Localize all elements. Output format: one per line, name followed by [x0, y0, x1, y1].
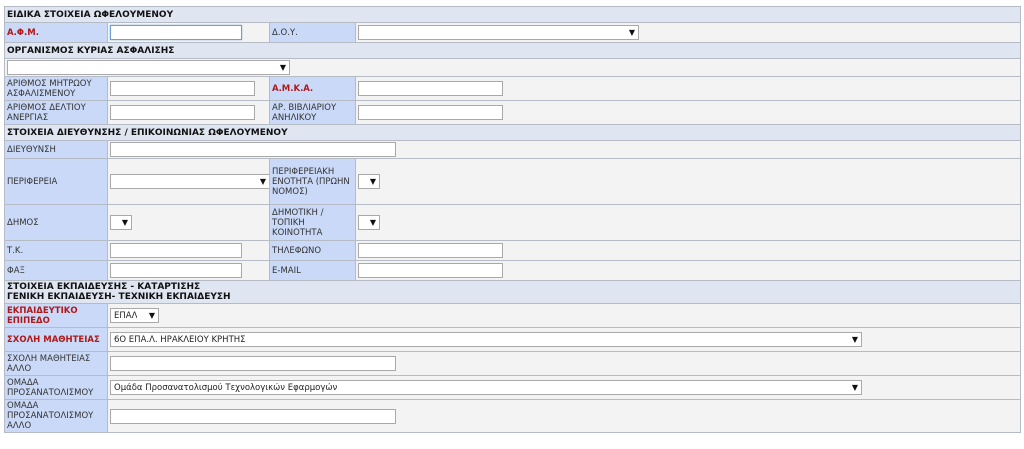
- fax-label: ΦΑΞ: [4, 260, 108, 281]
- regional-unit-label: ΠΕΡΙΦΕΡΕΙΑΚΗ ΕΝΟΤΗΤΑ (ΠΡΩΗΝ ΝΟΜΟΣ): [269, 158, 356, 205]
- doy-label: Δ.Ο.Υ.: [269, 22, 356, 43]
- section-header-beneficiary: ΕΙΔΙΚΑ ΣΤΟΙΧΕΙΑ ΩΦΕΛΟΥΜΕΝΟΥ: [3, 6, 1022, 23]
- section-subtitle-education: ΓΕΝΙΚΗ ΕΚΠΑΙΔΕΥΣΗ- ΤΕΧΝΙΚΗ ΕΚΠΑΙΔΕΥΣΗ: [7, 292, 231, 302]
- email-label: E-MAIL: [269, 260, 356, 281]
- school-label: ΣΧΟΛΗ ΜΑΘΗΤΕΙΑΣ: [4, 327, 108, 352]
- chevron-down-icon: ▼: [148, 310, 155, 320]
- community-select[interactable]: ▼: [358, 215, 380, 230]
- regional-unit-select[interactable]: ▼: [358, 174, 380, 189]
- region-label: ΠΕΡΙΦΕΡΕΙΑ: [4, 158, 108, 205]
- edu-level-label: ΕΚΠΑΙΔΕΥΤΙΚΟ ΕΠΙΠΕΔΟ: [4, 303, 108, 328]
- minor-book-label: ΑΡ. ΒΙΒΛΙΑΡΙΟΥ ΑΝΗΛΙΚΟΥ: [269, 100, 356, 125]
- postal-code-label: Τ.Κ.: [4, 240, 108, 261]
- unemployment-card-label: ΑΡΙΘΜΟΣ ΔΕΛΤΙΟΥ ΑΝΕΡΓΙΑΣ: [4, 100, 108, 125]
- minor-book-input[interactable]: [358, 105, 503, 120]
- section-header-education: ΣΤΟΙΧΕΙΑ ΕΚΠΑΙΔΕΥΣΗΣ - ΚΑΤΑΡΤΙΣΗΣ ΓΕΝΙΚΗ…: [3, 280, 1022, 304]
- afm-input[interactable]: [110, 25, 242, 40]
- unemployment-card-input[interactable]: [110, 105, 255, 120]
- registry-number-label: ΑΡΙΘΜΟΣ ΜΗΤΡΩΟΥ ΑΣΦΑΛΙΣΜΕΝΟΥ: [4, 76, 108, 101]
- section-header-address: ΣΤΟΙΧΕΙΑ ΔΙΕΥΘΥΝΣΗΣ / ΕΠΙΚΟΙΝΩΝΙΑΣ ΩΦΕΛΟ…: [3, 124, 1022, 141]
- fax-input[interactable]: [110, 263, 242, 278]
- doy-select[interactable]: ▼: [358, 25, 639, 40]
- chevron-down-icon: ▼: [369, 176, 376, 186]
- chevron-down-icon: ▼: [628, 27, 635, 37]
- chevron-down-icon: ▼: [121, 217, 128, 227]
- municipality-label: ΔΗΜΟΣ: [4, 204, 108, 241]
- phone-input[interactable]: [358, 243, 503, 258]
- registry-number-input[interactable]: [110, 81, 255, 96]
- school-other-label: ΣΧΟΛΗ ΜΑΘΗΤΕΙΑΣ ΑΛΛΟ: [4, 351, 108, 376]
- phone-label: ΤΗΛΕΦΩΝΟ: [269, 240, 356, 261]
- chevron-down-icon: ▼: [369, 217, 376, 227]
- orientation-group-other-input[interactable]: [110, 408, 396, 424]
- region-select[interactable]: ▼: [110, 174, 269, 189]
- email-input[interactable]: [358, 263, 503, 278]
- chevron-down-icon: ▼: [259, 176, 266, 186]
- section-header-insurance: ΟΡΓΑΝΙΣΜΟΣ ΚΥΡΙΑΣ ΑΣΦΑΛΙΣΗΣ: [3, 42, 1022, 59]
- orientation-group-label: ΟΜΑΔΑ ΠΡΟΣΑΝΑΤΟΛΙΣΜΟΥ: [4, 375, 108, 400]
- amka-input[interactable]: [358, 81, 503, 96]
- address-input[interactable]: [110, 142, 396, 157]
- section-title-education: ΣΤΟΙΧΕΙΑ ΕΚΠΑΙΔΕΥΣΗΣ - ΚΑΤΑΡΤΙΣΗΣ: [7, 282, 201, 292]
- insurance-organization-select[interactable]: ▼: [7, 60, 290, 75]
- orientation-group-select[interactable]: Ομάδα Προσανατολισμού Τεχνολογικών Εφαρμ…: [110, 380, 862, 395]
- community-label: ΔΗΜΟΤΙΚΗ / ΤΟΠΙΚΗ ΚΟΙΝΟΤΗΤΑ: [269, 204, 356, 241]
- edu-level-select[interactable]: ΕΠΑΛ ▼: [110, 308, 159, 323]
- amka-label: Α.Μ.Κ.Α.: [269, 76, 356, 101]
- orientation-group-other-label: ΟΜΑΔΑ ΠΡΟΣΑΝΑΤΟΛΙΣΜΟΥ ΑΛΛΟ: [4, 399, 108, 433]
- chevron-down-icon: ▼: [851, 334, 858, 344]
- chevron-down-icon: ▼: [279, 62, 286, 72]
- municipality-select[interactable]: ▼: [110, 215, 132, 230]
- address-label: ΔΙΕΥΘΥΝΣΗ: [4, 140, 108, 159]
- school-other-input[interactable]: [110, 356, 396, 371]
- afm-label: Α.Φ.Μ.: [4, 22, 108, 43]
- chevron-down-icon: ▼: [851, 382, 858, 392]
- postal-code-input[interactable]: [110, 243, 242, 258]
- beneficiary-form: ΕΙΔΙΚΑ ΣΤΟΙΧΕΙΑ ΩΦΕΛΟΥΜΕΝΟΥ Α.Φ.Μ. Δ.Ο.Υ…: [3, 6, 1022, 433]
- school-select[interactable]: 6Ο ΕΠΑ.Λ. ΗΡΑΚΛΕΙΟΥ ΚΡΗΤΗΣ ▼: [110, 332, 862, 347]
